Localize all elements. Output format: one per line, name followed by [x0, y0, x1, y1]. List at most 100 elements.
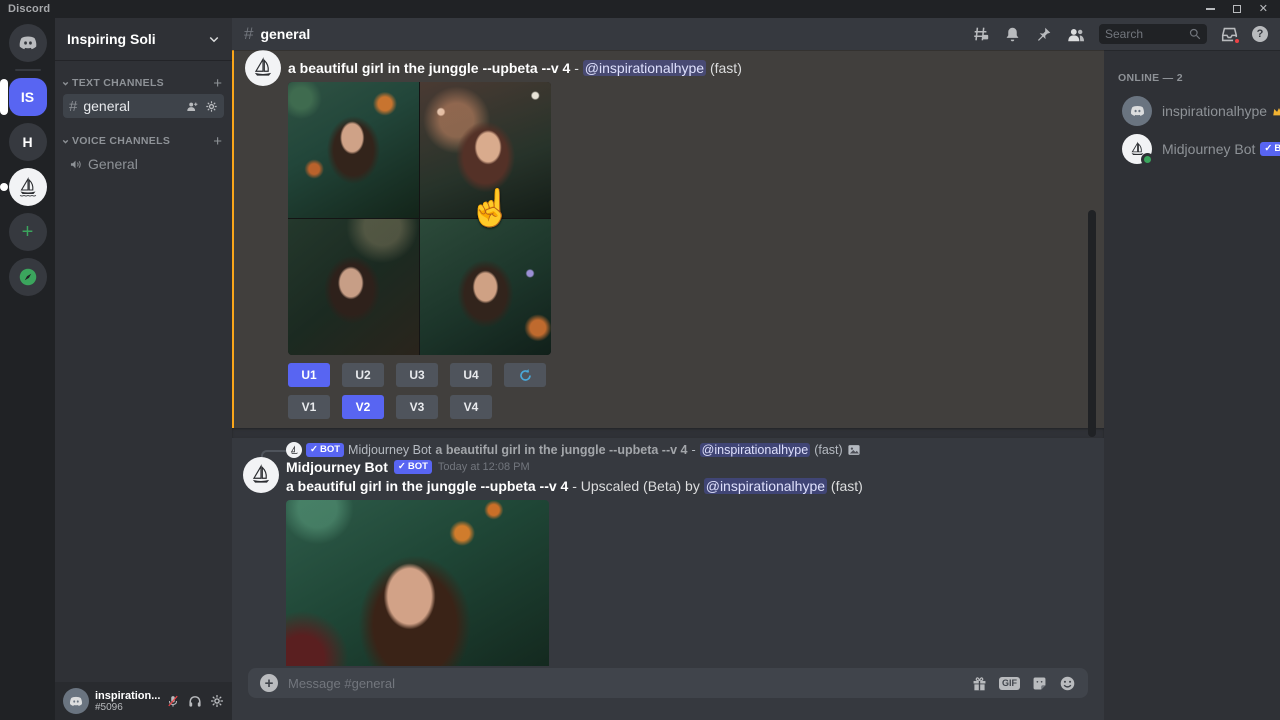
member-list-toggle-button[interactable]	[1066, 26, 1085, 43]
reply-dash: -	[692, 443, 696, 457]
server-initials: H	[22, 134, 32, 150]
bot-badge: ✓BOT	[1260, 142, 1280, 155]
hash-icon: #	[69, 98, 77, 115]
category-text-channels[interactable]: TEXT CHANNELS +	[55, 74, 232, 92]
server-button-h[interactable]: H	[9, 123, 47, 161]
online-status-dot	[1141, 153, 1154, 166]
chat-scrollbar-thumb[interactable]	[1088, 210, 1096, 437]
bot-badge: ✓BOT	[306, 443, 344, 456]
search-box[interactable]	[1099, 24, 1207, 44]
user-mention[interactable]: @inspirationalhype	[583, 60, 706, 76]
variation-button-v4[interactable]: V4	[450, 395, 492, 419]
variation-button-v2[interactable]: V2	[342, 395, 384, 419]
add-server-button[interactable]: +	[9, 213, 47, 251]
user-avatar[interactable]	[63, 688, 89, 714]
headphones-icon	[188, 694, 202, 708]
pin-icon	[1035, 26, 1052, 43]
channel-item-general[interactable]: # general	[63, 94, 224, 118]
prompt-text-line: a beautiful girl in the junggle --upbeta…	[288, 60, 742, 76]
deafen-button[interactable]	[188, 694, 202, 708]
create-channel-icon[interactable]: +	[213, 76, 222, 91]
threads-button[interactable]	[972, 25, 990, 43]
upscale-button-u4[interactable]: U4	[450, 363, 492, 387]
maximize-icon[interactable]	[1233, 5, 1241, 13]
user-identity[interactable]: inspiration... #5096	[95, 690, 160, 713]
channel-title: general	[260, 26, 310, 42]
attach-file-icon[interactable]: +	[260, 674, 278, 692]
compass-icon	[17, 266, 39, 288]
plus-icon: +	[22, 222, 34, 242]
gif-picker-button[interactable]: GIF	[999, 677, 1020, 690]
category-voice-channels[interactable]: VOICE CHANNELS +	[55, 132, 232, 150]
explore-servers-button[interactable]	[9, 258, 47, 296]
chat-area: a beautiful girl in the junggle --upbeta…	[232, 50, 1104, 720]
reply-reference[interactable]: ✓BOT Midjourney Bot a beautiful girl in …	[286, 442, 861, 458]
variation-button-v3[interactable]: V3	[396, 395, 438, 419]
midjourney-bot-avatar[interactable]	[243, 457, 279, 493]
rail-separator	[15, 69, 41, 71]
notifications-button[interactable]	[1004, 26, 1021, 43]
bot-badge-label: BOT	[408, 461, 428, 472]
gift-button[interactable]	[971, 675, 988, 692]
user-mention[interactable]: @inspirationalhype	[700, 443, 811, 457]
message-grid-result: a beautiful girl in the junggle --upbeta…	[232, 50, 1104, 428]
channel-name: general	[83, 98, 180, 114]
fast-label: (fast)	[814, 443, 842, 457]
server-header-dropdown[interactable]: Inspiring Soli	[55, 18, 232, 60]
voice-channel-item-general[interactable]: General	[63, 152, 224, 176]
upscale-button-u1[interactable]: U1	[288, 363, 330, 387]
upscale-button-u3[interactable]: U3	[396, 363, 438, 387]
member-row-midjourney-bot[interactable]: Midjourney Bot ✓BOT	[1118, 130, 1272, 168]
emoji-button[interactable]	[1059, 675, 1076, 692]
sailboat-icon	[289, 445, 300, 456]
image-attachment-icon	[847, 443, 861, 457]
category-label: TEXT CHANNELS	[72, 77, 164, 89]
minimize-icon[interactable]	[1206, 8, 1215, 10]
gear-icon	[210, 694, 224, 708]
invite-people-icon[interactable]	[186, 100, 199, 113]
sticker-button[interactable]	[1031, 675, 1048, 692]
create-channel-icon[interactable]: +	[213, 134, 222, 149]
grid-image-2[interactable]	[420, 82, 551, 218]
mic-muted-button[interactable]	[166, 694, 180, 708]
close-icon[interactable]: ✕	[1259, 4, 1268, 15]
upscaled-image[interactable]	[286, 500, 549, 666]
user-settings-button[interactable]	[210, 694, 224, 708]
server-button-inspiring-soli[interactable]: IS	[9, 78, 47, 116]
grid-image-4[interactable]	[420, 219, 551, 355]
prompt-text: a beautiful girl in the junggle --upbeta…	[288, 60, 570, 76]
hash-icon: #	[244, 24, 253, 44]
server-rail: IS H +	[0, 18, 55, 720]
author-name[interactable]: Midjourney Bot	[286, 459, 388, 475]
variation-button-v1[interactable]: V1	[288, 395, 330, 419]
upscale-button-row: U1 U2 U3 U4	[288, 363, 546, 387]
reroll-button[interactable]	[504, 363, 546, 387]
home-server-button[interactable]	[9, 24, 47, 62]
midjourney-bot-avatar[interactable]	[245, 50, 281, 86]
search-input[interactable]	[1105, 27, 1185, 41]
window-controls: ✕	[1206, 4, 1272, 15]
channel-settings-gear-icon[interactable]	[205, 100, 218, 113]
user-mention[interactable]: @inspirationalhype	[704, 478, 827, 494]
bot-badge: ✓BOT	[394, 460, 432, 473]
chevron-down-icon	[208, 33, 220, 45]
grid-image-1[interactable]	[288, 82, 419, 218]
upscale-button-u2[interactable]: U2	[342, 363, 384, 387]
bell-icon	[1004, 26, 1021, 43]
discord-logo-icon	[17, 34, 39, 52]
verified-check-icon: ✓	[1264, 143, 1272, 154]
inbox-button[interactable]	[1221, 26, 1238, 43]
member-row-inspirationalhype[interactable]: inspirationalhype	[1118, 92, 1272, 130]
help-button[interactable]: ?	[1252, 26, 1268, 42]
gift-icon	[971, 675, 988, 692]
member-name: Midjourney Bot	[1162, 141, 1255, 157]
pinned-messages-button[interactable]	[1035, 26, 1052, 43]
grid-image-3[interactable]	[288, 219, 419, 355]
server-button-midjourney[interactable]	[9, 168, 47, 206]
generated-image-grid[interactable]: ☝	[288, 82, 551, 355]
username: inspiration...	[95, 690, 160, 702]
dash: -	[574, 60, 579, 76]
bot-badge-label: BOT	[320, 444, 340, 455]
app-title: Discord	[8, 3, 50, 15]
message-input[interactable]	[288, 676, 961, 691]
